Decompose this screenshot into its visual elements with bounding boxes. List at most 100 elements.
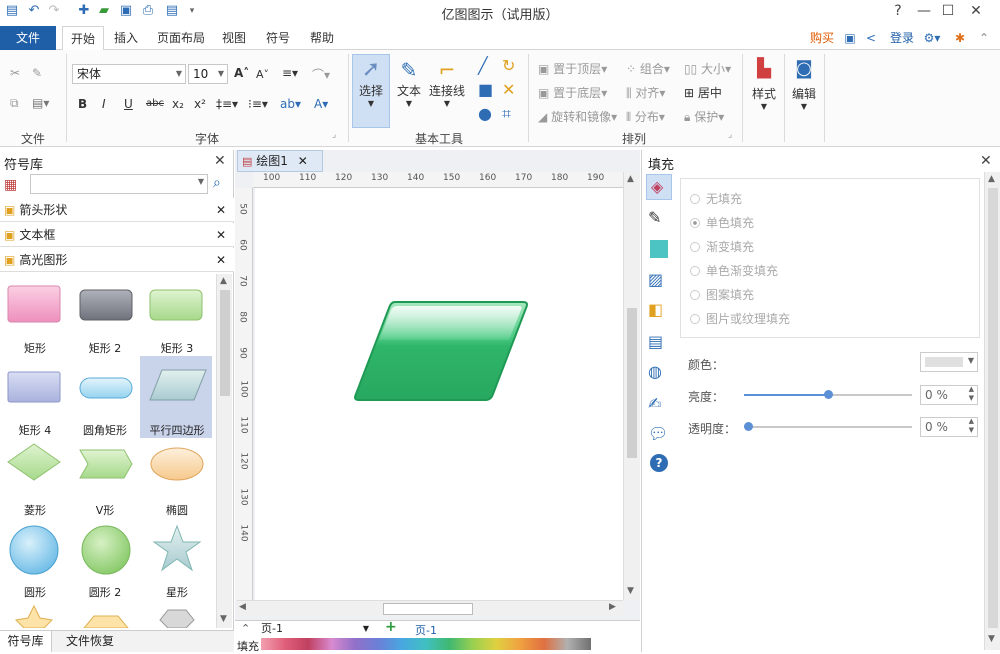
close-button[interactable]: ✕: [956, 0, 996, 22]
canvas-vertical-scrollbar[interactable]: ▲ ▼: [623, 172, 639, 600]
close-icon[interactable]: ✕: [216, 198, 226, 222]
shape-label[interactable]: 平行四边形: [142, 422, 212, 438]
scroll-down-icon[interactable]: ▼: [220, 614, 227, 624]
superscript-button[interactable]: x²: [194, 97, 206, 111]
close-icon[interactable]: ✕: [214, 153, 226, 169]
add-page-icon[interactable]: +: [385, 619, 397, 635]
group-button[interactable]: ⁘ 组合▾: [626, 60, 670, 77]
paste-icon[interactable]: ▤▾: [32, 96, 49, 110]
scroll-down-icon[interactable]: ▼: [988, 634, 995, 644]
dialog-launcher-icon[interactable]: ⌟: [332, 130, 336, 140]
subscript-button[interactable]: x₂: [172, 97, 184, 111]
transparency-slider-track[interactable]: [744, 426, 912, 428]
line-spacing-icon[interactable]: ‡≡▾: [216, 97, 238, 111]
align-button[interactable]: ⫼ 对齐▾: [626, 84, 665, 101]
close-icon[interactable]: ✕: [298, 154, 308, 168]
share-icon[interactable]: <: [862, 26, 880, 50]
close-icon[interactable]: ✕: [216, 223, 226, 247]
italic-button[interactable]: I: [102, 97, 106, 111]
category-arrows[interactable]: ▣ 箭头形状 ✕: [0, 198, 234, 222]
fill-tab-icon[interactable]: ◈: [646, 174, 672, 200]
color-swatch-icon[interactable]: [650, 240, 668, 258]
bold-button[interactable]: B: [78, 97, 87, 111]
scrollbar-thumb[interactable]: [988, 188, 998, 628]
tab-view[interactable]: 视图: [216, 26, 252, 50]
color-picker[interactable]: ▼: [920, 352, 978, 372]
search-icon[interactable]: ⌕: [213, 175, 221, 191]
brightness-spinner[interactable]: 0 % ▲ ▼: [920, 385, 978, 405]
fill-option-gradient[interactable]: 渐变填充: [690, 238, 754, 255]
fill-option-none[interactable]: 无填充: [690, 190, 742, 207]
cross-tool-icon[interactable]: ✕: [502, 80, 515, 99]
close-icon[interactable]: ✕: [980, 153, 992, 169]
tab-page-layout[interactable]: 页面布局: [152, 26, 210, 50]
globe-icon[interactable]: ◍: [648, 362, 670, 384]
scroll-left-icon[interactable]: ◀: [239, 602, 246, 612]
format-painter-icon[interactable]: ✎: [32, 66, 42, 80]
shape-label[interactable]: 圆角矩形: [70, 422, 140, 438]
dialog-launcher-icon[interactable]: ⌟: [728, 130, 732, 140]
help-icon[interactable]: ?: [650, 454, 668, 472]
shape-label[interactable]: 菱形: [0, 502, 70, 518]
tab-file-recovery[interactable]: 文件恢复: [58, 631, 122, 652]
login-link[interactable]: 登录: [884, 26, 920, 50]
connector-tool-button[interactable]: ⌐ 连接线 ▼: [428, 54, 466, 128]
ellipse-tool-icon[interactable]: ●: [478, 104, 492, 123]
transparency-slider-knob[interactable]: [744, 422, 753, 431]
category-textbox[interactable]: ▣ 文本框 ✕: [0, 223, 234, 247]
search-input[interactable]: ▼: [30, 174, 208, 194]
center-button[interactable]: ⊞ 居中: [684, 84, 722, 101]
crop-tool-icon[interactable]: ⌗: [502, 104, 511, 124]
spinner-arrows-icon[interactable]: ▲ ▼: [969, 417, 974, 435]
style-button[interactable]: ▙ 样式 ▼: [746, 54, 782, 128]
shape-label[interactable]: 矩形 4: [0, 422, 70, 438]
comment-icon[interactable]: 💬︎: [648, 424, 670, 446]
tab-insert[interactable]: 插入: [108, 26, 144, 50]
brightness-slider-knob[interactable]: [824, 390, 833, 399]
scroll-down-icon[interactable]: ▼: [627, 586, 634, 596]
distribute-button[interactable]: ⫴ 分布▾: [626, 108, 665, 125]
bring-to-front-button[interactable]: ▣ 置于顶层▾: [538, 60, 607, 77]
align-text-icon[interactable]: ≡▾: [282, 66, 298, 80]
shape-label[interactable]: 椭圆: [142, 502, 212, 518]
line-style-icon[interactable]: ✎: [648, 208, 670, 230]
scroll-up-icon[interactable]: ▲: [988, 174, 995, 184]
protect-button[interactable]: 🔒︎ 保护▾: [684, 108, 724, 125]
rotate-mirror-button[interactable]: ◢ 旋转和镜像▾: [538, 108, 617, 125]
copy-icon[interactable]: ⧉: [10, 96, 19, 111]
note-icon[interactable]: ✍: [648, 394, 670, 416]
tab-symbol-library[interactable]: 符号库: [0, 631, 52, 652]
spinner-arrows-icon[interactable]: ▲ ▼: [969, 385, 974, 403]
scroll-up-icon[interactable]: ▲: [627, 174, 634, 184]
shape-label[interactable]: 矩形: [0, 340, 70, 356]
scrollbar-thumb[interactable]: [383, 603, 473, 615]
scrollbar-thumb[interactable]: [220, 290, 230, 396]
fill-panel-scrollbar[interactable]: ▲ ▼: [984, 172, 1000, 650]
tab-help[interactable]: 帮助: [304, 26, 340, 50]
shrink-font-icon[interactable]: A˅: [256, 68, 269, 81]
canvas-horizontal-scrollbar[interactable]: ◀ ▶: [237, 600, 623, 616]
tab-file[interactable]: 文件: [0, 26, 56, 50]
edit-button[interactable]: ◙ 编辑 ▼: [786, 54, 822, 128]
fill-option-pattern[interactable]: 图案填充: [690, 286, 754, 303]
page-tab[interactable]: 页-1: [415, 622, 437, 638]
shape-label[interactable]: 矩形 2: [70, 340, 140, 356]
drawing-page[interactable]: [255, 188, 623, 600]
select-tool-button[interactable]: ➚ 选择 ▼: [352, 54, 390, 128]
buy-link[interactable]: 购买: [804, 26, 840, 50]
collapse-ribbon-icon[interactable]: ⌃: [974, 26, 994, 50]
shape-label[interactable]: V形: [70, 502, 140, 518]
category-highlight-shapes[interactable]: ▣ 高光图形 ✕: [0, 248, 234, 272]
line-tool-icon[interactable]: ╱: [478, 56, 488, 75]
underline-button[interactable]: U: [124, 97, 133, 111]
send-to-back-button[interactable]: ▣ 置于底层▾: [538, 84, 607, 101]
scroll-up-icon[interactable]: ▲: [220, 276, 227, 286]
gallery-scrollbar[interactable]: ▲ ▼: [216, 274, 232, 628]
scrollbar-thumb[interactable]: [627, 308, 637, 458]
collapse-up-icon[interactable]: ⌃: [241, 622, 250, 635]
font-color-icon[interactable]: A▾: [314, 97, 328, 111]
page-icon[interactable]: ▤: [648, 332, 670, 354]
document-tab[interactable]: ▤ 绘图1 ✕: [237, 150, 323, 172]
transparency-spinner[interactable]: 0 % ▲ ▼: [920, 417, 978, 437]
fill-option-mono-gradient[interactable]: 单色渐变填充: [690, 262, 778, 279]
